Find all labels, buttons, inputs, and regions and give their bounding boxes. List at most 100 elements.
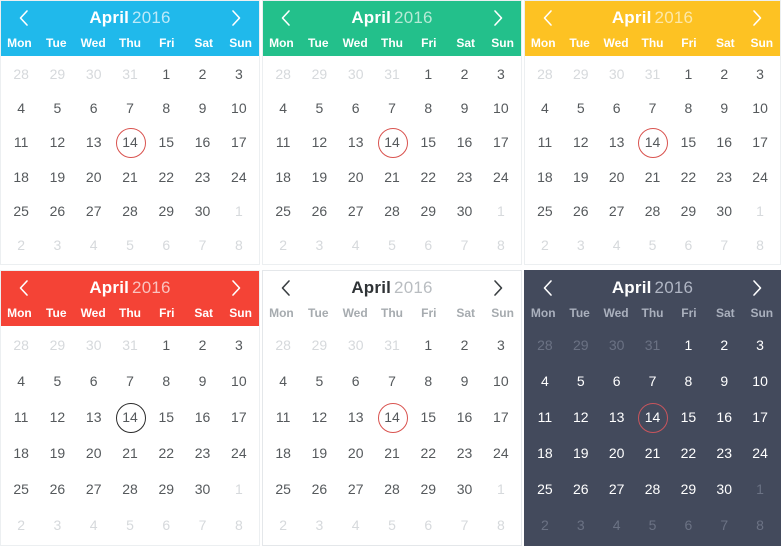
day-cell[interactable]: 26 xyxy=(39,471,75,507)
day-cell[interactable]: 29 xyxy=(670,471,706,507)
day-cell[interactable]: 28 xyxy=(3,327,39,363)
day-cell[interactable]: 16 xyxy=(184,399,220,435)
day-cell[interactable]: 6 xyxy=(76,363,112,399)
day-cell[interactable]: 3 xyxy=(301,507,337,543)
day-cell[interactable]: 10 xyxy=(221,91,257,125)
day-cell[interactable]: 26 xyxy=(563,471,599,507)
day-cell[interactable]: 20 xyxy=(599,160,635,194)
day-cell[interactable]: 9 xyxy=(706,91,742,125)
day-cell[interactable]: 22 xyxy=(148,435,184,471)
day-cell[interactable]: 5 xyxy=(301,91,337,125)
day-cell[interactable]: 4 xyxy=(76,228,112,262)
day-cell[interactable]: 12 xyxy=(301,399,337,435)
day-cell[interactable]: 9 xyxy=(706,363,742,399)
prev-month-button[interactable] xyxy=(539,277,557,299)
day-cell[interactable]: 2 xyxy=(265,228,301,262)
day-cell[interactable]: 4 xyxy=(3,91,39,125)
day-cell[interactable]: 8 xyxy=(670,91,706,125)
day-cell-today[interactable]: 14 xyxy=(635,125,671,159)
day-cell[interactable]: 21 xyxy=(635,160,671,194)
day-cell[interactable]: 18 xyxy=(265,435,301,471)
day-cell[interactable]: 23 xyxy=(446,160,482,194)
day-cell[interactable]: 5 xyxy=(39,363,75,399)
day-cell[interactable]: 11 xyxy=(265,399,301,435)
day-cell[interactable]: 25 xyxy=(265,471,301,507)
day-cell[interactable]: 8 xyxy=(483,228,519,262)
day-cell[interactable]: 22 xyxy=(410,160,446,194)
day-cell[interactable]: 18 xyxy=(3,435,39,471)
day-cell[interactable]: 2 xyxy=(265,507,301,543)
day-cell[interactable]: 7 xyxy=(112,91,148,125)
day-cell[interactable]: 16 xyxy=(446,399,482,435)
day-cell[interactable]: 18 xyxy=(527,435,563,471)
day-cell[interactable]: 31 xyxy=(112,57,148,91)
day-cell[interactable]: 3 xyxy=(742,57,778,91)
day-cell[interactable]: 3 xyxy=(483,327,519,363)
day-cell[interactable]: 5 xyxy=(39,91,75,125)
day-cell[interactable]: 27 xyxy=(599,471,635,507)
day-cell[interactable]: 5 xyxy=(374,228,410,262)
day-cell[interactable]: 23 xyxy=(706,435,742,471)
day-cell[interactable]: 4 xyxy=(599,507,635,543)
day-cell[interactable]: 6 xyxy=(148,228,184,262)
day-cell[interactable]: 24 xyxy=(742,160,778,194)
day-cell[interactable]: 7 xyxy=(112,363,148,399)
day-cell[interactable]: 27 xyxy=(338,471,374,507)
day-cell[interactable]: 30 xyxy=(446,194,482,228)
day-cell[interactable]: 18 xyxy=(527,160,563,194)
next-month-button[interactable] xyxy=(489,7,507,29)
day-cell[interactable]: 1 xyxy=(742,194,778,228)
day-cell[interactable]: 3 xyxy=(483,57,519,91)
day-cell[interactable]: 17 xyxy=(221,399,257,435)
day-cell[interactable]: 26 xyxy=(39,194,75,228)
day-cell[interactable]: 19 xyxy=(301,160,337,194)
day-cell[interactable]: 6 xyxy=(599,91,635,125)
day-cell[interactable]: 16 xyxy=(706,399,742,435)
day-cell[interactable]: 15 xyxy=(148,125,184,159)
day-cell[interactable]: 19 xyxy=(563,160,599,194)
day-cell[interactable]: 1 xyxy=(670,57,706,91)
day-cell[interactable]: 28 xyxy=(635,194,671,228)
day-cell[interactable]: 7 xyxy=(446,228,482,262)
day-cell[interactable]: 12 xyxy=(39,125,75,159)
day-cell[interactable]: 10 xyxy=(483,363,519,399)
day-cell[interactable]: 26 xyxy=(301,194,337,228)
day-cell[interactable]: 8 xyxy=(221,507,257,543)
day-cell[interactable]: 8 xyxy=(148,363,184,399)
day-cell[interactable]: 10 xyxy=(221,363,257,399)
day-cell[interactable]: 2 xyxy=(527,507,563,543)
day-cell[interactable]: 11 xyxy=(527,125,563,159)
day-cell[interactable]: 30 xyxy=(599,327,635,363)
day-cell[interactable]: 25 xyxy=(3,194,39,228)
day-cell[interactable]: 28 xyxy=(635,471,671,507)
day-cell[interactable]: 2 xyxy=(446,57,482,91)
day-cell[interactable]: 5 xyxy=(563,91,599,125)
day-cell[interactable]: 18 xyxy=(3,160,39,194)
day-cell[interactable]: 13 xyxy=(338,125,374,159)
day-cell[interactable]: 2 xyxy=(706,57,742,91)
day-cell[interactable]: 5 xyxy=(112,507,148,543)
day-cell[interactable]: 29 xyxy=(39,57,75,91)
day-cell[interactable]: 29 xyxy=(563,57,599,91)
day-cell[interactable]: 12 xyxy=(301,125,337,159)
day-cell[interactable]: 26 xyxy=(563,194,599,228)
day-cell[interactable]: 7 xyxy=(635,91,671,125)
day-cell[interactable]: 5 xyxy=(374,507,410,543)
day-cell[interactable]: 6 xyxy=(670,507,706,543)
day-cell[interactable]: 31 xyxy=(635,327,671,363)
day-cell[interactable]: 29 xyxy=(670,194,706,228)
day-cell[interactable]: 10 xyxy=(483,91,519,125)
day-cell[interactable]: 20 xyxy=(338,435,374,471)
day-cell[interactable]: 27 xyxy=(76,471,112,507)
day-cell[interactable]: 15 xyxy=(670,125,706,159)
day-cell[interactable]: 30 xyxy=(446,471,482,507)
day-cell[interactable]: 9 xyxy=(184,363,220,399)
day-cell[interactable]: 20 xyxy=(76,435,112,471)
day-cell[interactable]: 6 xyxy=(410,507,446,543)
prev-month-button[interactable] xyxy=(277,277,295,299)
day-cell[interactable]: 24 xyxy=(483,160,519,194)
day-cell[interactable]: 1 xyxy=(148,327,184,363)
day-cell[interactable]: 9 xyxy=(184,91,220,125)
day-cell[interactable]: 17 xyxy=(742,399,778,435)
day-cell[interactable]: 2 xyxy=(446,327,482,363)
